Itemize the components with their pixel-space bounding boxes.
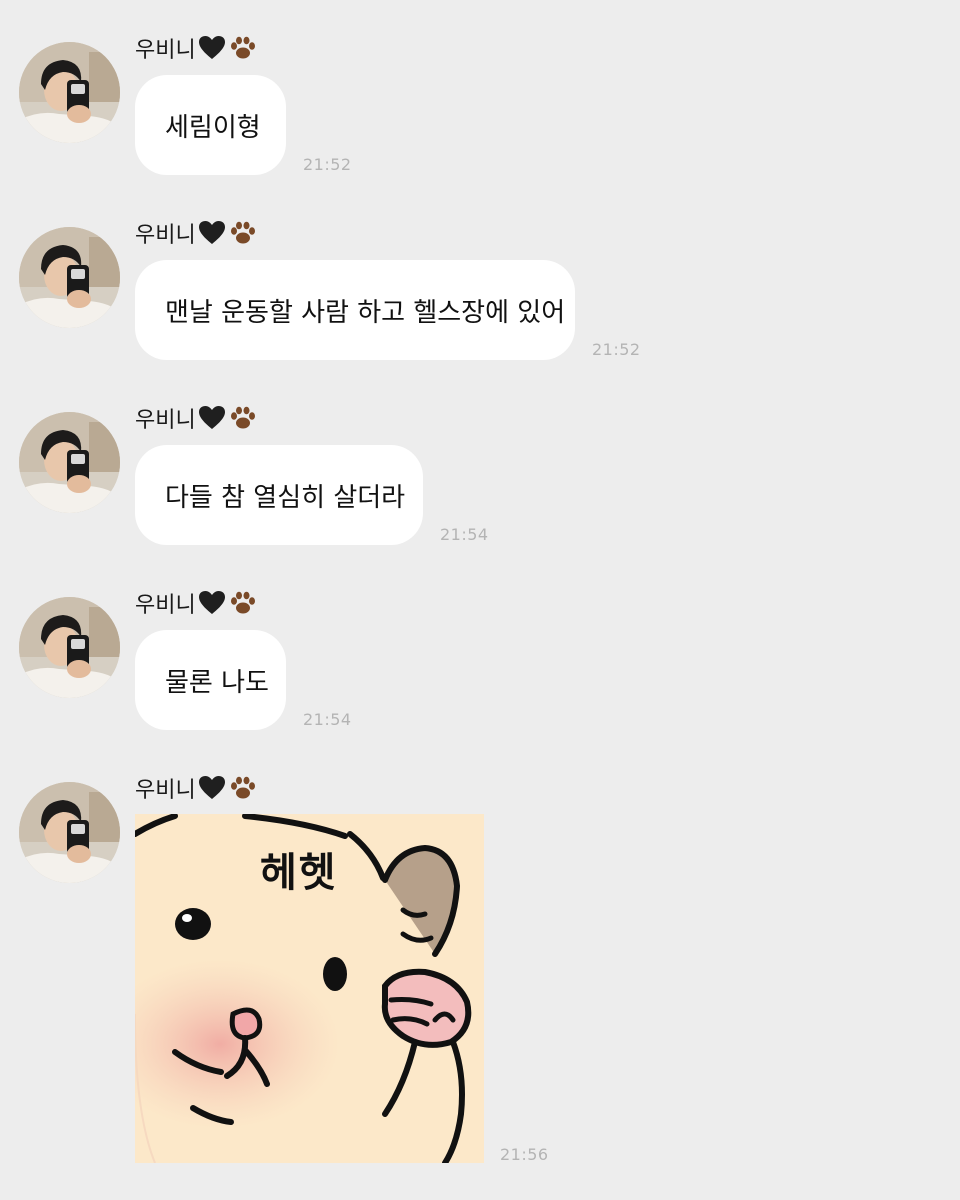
sender-name-row: 우비니 [135, 402, 256, 434]
message-time: 21:54 [303, 710, 352, 729]
message-text: 물론 나도 [165, 667, 269, 698]
sender-name-row: 우비니 [135, 32, 256, 64]
avatar[interactable] [19, 597, 120, 698]
message-bubble[interactable]: 물론 나도 [135, 630, 286, 730]
message-bubble[interactable]: 다들 참 열심히 살더라 [135, 445, 423, 545]
message-text: 다들 참 열심히 살더라 [165, 482, 406, 513]
paw-print-icon [228, 775, 256, 801]
avatar[interactable] [19, 42, 120, 143]
message-time: 21:52 [303, 155, 352, 174]
message-text: 맨날 운동할 사람 하고 헬스장에 있어 [165, 297, 566, 328]
message-time: 21:52 [592, 340, 641, 359]
sender-name: 우비니 [135, 38, 196, 63]
black-heart-icon [198, 590, 226, 616]
sender-name: 우비니 [135, 778, 196, 803]
message-text: 세림이형 [165, 112, 261, 143]
black-heart-icon [198, 405, 226, 431]
avatar[interactable] [19, 412, 120, 513]
message-time: 21:54 [440, 525, 489, 544]
message-bubble[interactable]: 맨날 운동할 사람 하고 헬스장에 있어 [135, 260, 575, 360]
sticker-caption: 헤헷 [260, 850, 338, 896]
black-heart-icon [198, 35, 226, 61]
avatar[interactable] [19, 227, 120, 328]
sender-name-row: 우비니 [135, 217, 256, 249]
sender-name: 우비니 [135, 223, 196, 248]
hamster-sticker[interactable]: 헤헷 [135, 814, 484, 1163]
paw-print-icon [228, 590, 256, 616]
paw-print-icon [228, 220, 256, 246]
chat-view: 우비니 세림이형 21:52 우비니 맨날 운동할 사람 하고 헬스장에 있어 … [0, 0, 960, 1200]
black-heart-icon [198, 775, 226, 801]
sender-name: 우비니 [135, 593, 196, 618]
black-heart-icon [198, 220, 226, 246]
avatar[interactable] [19, 782, 120, 883]
message-time: 21:56 [500, 1145, 549, 1164]
sender-name-row: 우비니 [135, 587, 256, 619]
message-bubble[interactable]: 세림이형 [135, 75, 286, 175]
paw-print-icon [228, 405, 256, 431]
sender-name: 우비니 [135, 408, 196, 433]
paw-print-icon [228, 35, 256, 61]
sender-name-row: 우비니 [135, 772, 256, 804]
